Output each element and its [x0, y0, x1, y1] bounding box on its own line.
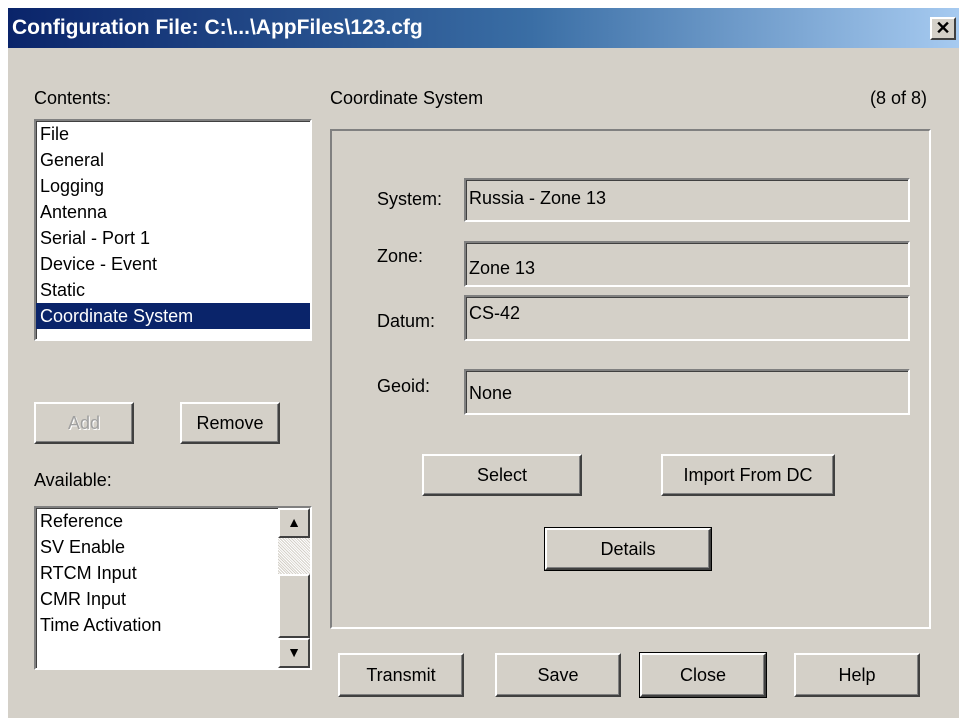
available-item-time-activation[interactable]: Time Activation	[36, 612, 310, 638]
datum-label: Datum:	[377, 311, 436, 331]
available-listbox[interactable]: Reference SV Enable RTCM Input CMR Input…	[34, 506, 312, 670]
available-item-reference[interactable]: Reference	[36, 508, 310, 534]
close-icon: ✕	[935, 18, 951, 38]
import-from-dc-button[interactable]: Import From DC	[661, 454, 835, 496]
save-button[interactable]: Save	[495, 653, 621, 697]
geoid-field: None	[464, 369, 910, 415]
system-label: System:	[377, 189, 443, 209]
contents-label: Contents:	[34, 88, 112, 108]
available-item-cmr-input[interactable]: CMR Input	[36, 586, 310, 612]
contents-item-serial-port-1[interactable]: Serial - Port 1	[36, 225, 310, 251]
select-button[interactable]: Select	[422, 454, 582, 496]
available-label: Available:	[34, 470, 112, 490]
contents-item-antenna[interactable]: Antenna	[36, 199, 310, 225]
title-bar[interactable]: Configuration File: C:\...\AppFiles\123.…	[8, 8, 959, 48]
scroll-down-arrow-icon: ▼	[287, 644, 301, 660]
contents-item-coordinate-system[interactable]: Coordinate System	[36, 303, 310, 329]
scroll-down-button[interactable]: ▼	[278, 638, 310, 668]
contents-list: File General Logging Antenna Serial - Po…	[36, 121, 310, 329]
available-item-rtcm-input[interactable]: RTCM Input	[36, 560, 310, 586]
datum-field: CS-42	[464, 295, 910, 341]
transmit-button[interactable]: Transmit	[338, 653, 464, 697]
scrollbar-thumb[interactable]	[278, 574, 310, 638]
contents-item-general[interactable]: General	[36, 147, 310, 173]
available-list: Reference SV Enable RTCM Input CMR Input…	[36, 508, 310, 638]
remove-button[interactable]: Remove	[180, 402, 280, 444]
configuration-dialog: Configuration File: C:\...\AppFiles\123.…	[8, 8, 959, 718]
window-title: Configuration File: C:\...\AppFiles\123.…	[12, 16, 423, 39]
zone-field: Zone 13	[464, 241, 910, 287]
system-field: Russia - Zone 13	[464, 178, 910, 222]
contents-item-logging[interactable]: Logging	[36, 173, 310, 199]
page-counter: (8 of 8)	[870, 88, 928, 108]
add-button[interactable]: Add	[34, 402, 134, 444]
panel-title: Coordinate System	[330, 88, 484, 108]
geoid-label: Geoid:	[377, 376, 431, 396]
contents-item-device-event[interactable]: Device - Event	[36, 251, 310, 277]
contents-item-file[interactable]: File	[36, 121, 310, 147]
help-button[interactable]: Help	[794, 653, 920, 697]
scroll-up-button[interactable]: ▲	[278, 508, 310, 538]
close-window-button[interactable]: ✕	[930, 17, 956, 40]
contents-listbox[interactable]: File General Logging Antenna Serial - Po…	[34, 119, 312, 341]
zone-label: Zone:	[377, 246, 424, 266]
scroll-up-arrow-icon: ▲	[287, 514, 301, 530]
available-item-sv-enable[interactable]: SV Enable	[36, 534, 310, 560]
close-button[interactable]: Close	[639, 652, 767, 698]
details-button[interactable]: Details	[544, 527, 712, 571]
available-scrollbar[interactable]: ▲ ▼	[278, 508, 310, 668]
contents-item-static[interactable]: Static	[36, 277, 310, 303]
